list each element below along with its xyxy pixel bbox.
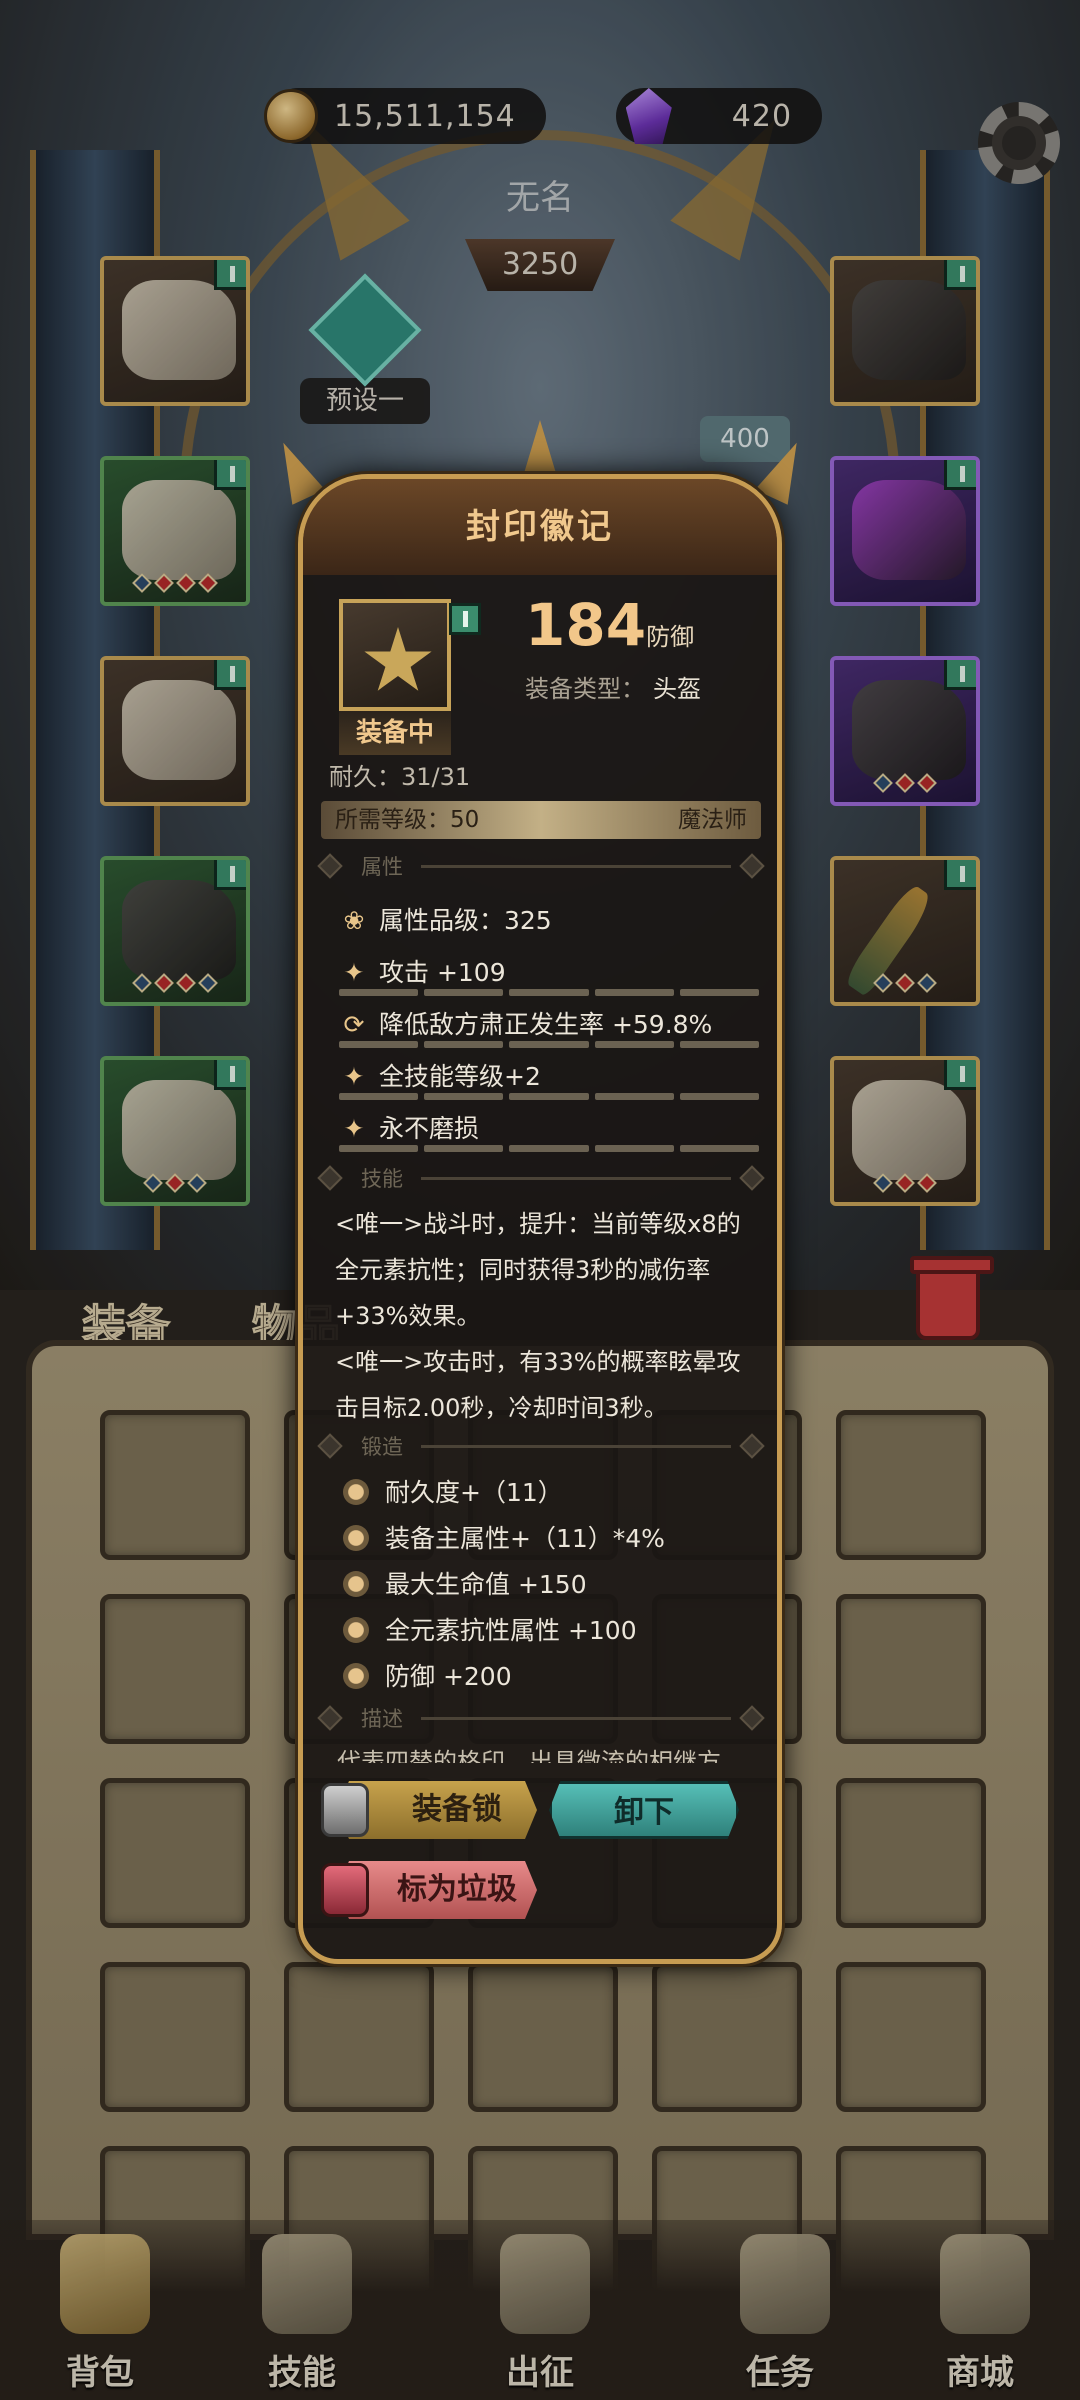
attribute-bar [339, 1093, 760, 1100]
main-stat: 184防御 [525, 591, 694, 659]
sparkle-icon: ✦ [343, 958, 365, 987]
forge-row: 最大生命值 +150 [343, 1565, 587, 1601]
equip-type-label: 装备类型： [525, 675, 645, 703]
skill-text: <唯一>战斗时，提升：当前等级x8的 全元素抗性；同时获得3秒的减伤率 +33%… [335, 1201, 765, 1431]
item-icon [339, 599, 481, 711]
description-text[interactable]: 代表四替的格印，出具微流的相继方 [337, 1747, 757, 1763]
item-title: 封印徽记 [303, 479, 777, 575]
section-attributes: 属性 [317, 851, 765, 881]
cycle-icon: ⟳ [343, 1010, 365, 1039]
forge-dot-icon [343, 1525, 369, 1551]
section-forge-label: 锻造 [361, 1435, 403, 1459]
skill-line: 全元素抗性；同时获得3秒的减伤率 [335, 1256, 711, 1284]
attribute-row: ✦ 攻击 +109 [339, 953, 769, 989]
sparkle-icon: ✦ [343, 1114, 365, 1143]
attribute-bar [339, 1041, 760, 1048]
forge-row: 装备主属性+（11）*4% [343, 1519, 665, 1555]
sparkle-icon: ✦ [343, 1062, 365, 1091]
forge-dot-icon [343, 1571, 369, 1597]
lock-icon [321, 1783, 369, 1837]
section-description: 描述 [317, 1703, 765, 1733]
section-skills: 技能 [317, 1163, 765, 1193]
section-attributes-label: 属性 [361, 855, 403, 879]
attribute-bar [339, 989, 760, 996]
main-stat-value: 184 [525, 591, 647, 659]
equip-type: 装备类型： 头盔 [525, 669, 701, 704]
requirement-bar: 所需等级：50 魔法师 [321, 801, 761, 839]
item-detail-modal: 封印徽记 装备中 184防御 装备类型： 头盔 耐久：31/31 所需等级：50 … [298, 474, 782, 1964]
skill-line: <唯一>攻击时，有33%的概率眩晕攻 [335, 1348, 741, 1376]
attribute-row: ⟳ 降低敌方肃正发生率 +59.8% [339, 1005, 769, 1041]
attribute-rank: ❀ 属性品级：325 [339, 901, 769, 937]
trash-potion-icon [321, 1863, 369, 1917]
lotus-icon: ❀ [343, 906, 365, 935]
forge-row: 耐久度+（11） [343, 1473, 563, 1509]
attribute-row: ✦ 全技能等级+2 [339, 1057, 769, 1093]
unequip-button[interactable]: 卸下 [549, 1781, 739, 1839]
forge-dot-icon [343, 1479, 369, 1505]
forge-row: 防御 +200 [343, 1657, 512, 1693]
forge-dot-icon [343, 1617, 369, 1643]
attribute-row: ✦ 永不磨损 [339, 1109, 769, 1145]
seal-star-icon [364, 627, 432, 691]
required-level: 所需等级：50 [335, 807, 480, 833]
forge-dot-icon [343, 1663, 369, 1689]
equip-type-value: 头盔 [653, 675, 701, 703]
required-class: 魔法师 [678, 807, 747, 833]
skill-line: +33%效果。 [335, 1302, 481, 1330]
forge-row: 全元素抗性属性 +100 [343, 1611, 637, 1647]
equipped-status: 装备中 [339, 711, 451, 755]
skill-line: <唯一>战斗时，提升：当前等级x8的 [335, 1210, 741, 1238]
equipped-tag-icon [449, 603, 481, 635]
section-forge: 锻造 [317, 1431, 765, 1461]
attribute-bar [339, 1145, 760, 1152]
section-description-label: 描述 [361, 1707, 403, 1731]
skill-line: 击目标2.00秒，冷却时间3秒。 [335, 1394, 668, 1422]
section-skills-label: 技能 [361, 1167, 403, 1191]
main-stat-name: 防御 [646, 623, 695, 651]
durability: 耐久：31/31 [329, 763, 471, 791]
